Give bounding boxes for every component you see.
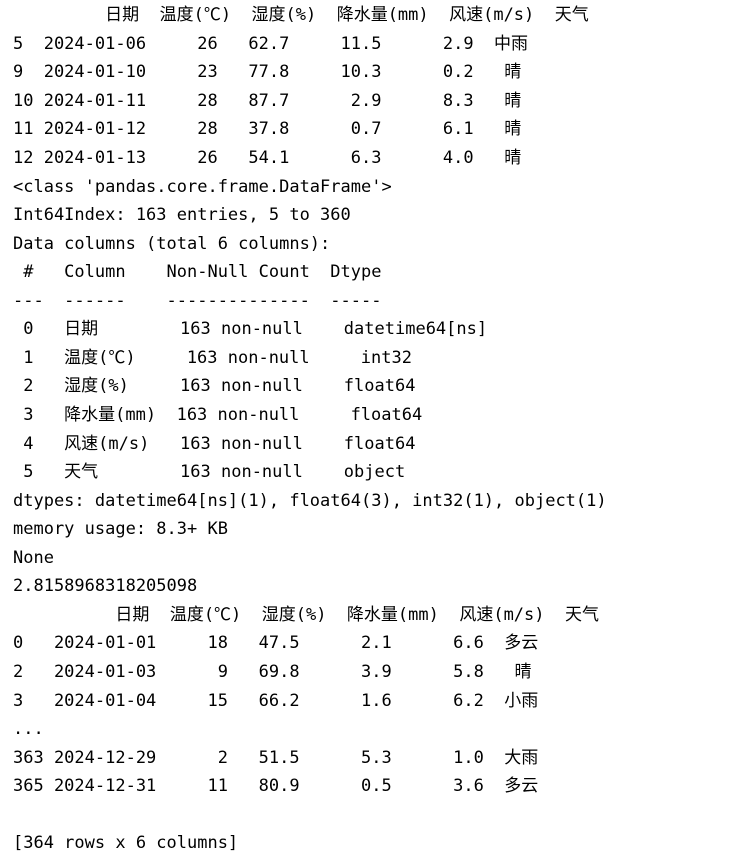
output-line: 3 2024-01-04 15 66.2 1.6 6.2 小雨	[13, 691, 539, 711]
output-line: --- ------ -------------- -----	[13, 291, 382, 311]
output-line: Int64Index: 163 entries, 5 to 360	[13, 205, 351, 225]
output-line: 2 2024-01-03 9 69.8 3.9 5.8 晴	[13, 662, 532, 682]
output-line: 日期 温度(℃) 湿度(%) 降水量(mm) 风速(m/s) 天气	[13, 5, 589, 25]
output-line: 日期 温度(℃) 湿度(%) 降水量(mm) 风速(m/s) 天气	[13, 605, 599, 625]
output-line: 4 风速(m/s) 163 non-null float64	[13, 434, 416, 454]
output-line: None	[13, 548, 54, 568]
output-line: 10 2024-01-11 28 87.7 2.9 8.3 晴	[13, 91, 522, 111]
output-line: 363 2024-12-29 2 51.5 5.3 1.0 大雨	[13, 748, 539, 768]
output-line: 5 2024-01-06 26 62.7 11.5 2.9 中雨	[13, 34, 529, 54]
output-line: 0 日期 163 non-null datetime64[ns]	[13, 319, 488, 339]
output-line: 1 温度(℃) 163 non-null int32	[13, 348, 412, 368]
output-line: 3 降水量(mm) 163 non-null float64	[13, 405, 423, 425]
output-line: ...	[13, 719, 44, 739]
output-line: 9 2024-01-10 23 77.8 10.3 0.2 晴	[13, 62, 522, 82]
output-line: 2 湿度(%) 163 non-null float64	[13, 376, 416, 396]
output-line: 12 2024-01-13 26 54.1 6.3 4.0 晴	[13, 148, 522, 168]
output-line: # Column Non-Null Count Dtype	[13, 262, 382, 282]
output-line: dtypes: datetime64[ns](1), float64(3), i…	[13, 491, 607, 511]
output-line: 0 2024-01-01 18 47.5 2.1 6.6 多云	[13, 633, 539, 653]
output-line: memory usage: 8.3+ KB	[13, 519, 228, 539]
output-line: 365 2024-12-31 11 80.9 0.5 3.6 多云	[13, 776, 539, 796]
output-line: Data columns (total 6 columns):	[13, 234, 331, 254]
output-line: [364 rows x 6 columns]	[13, 833, 239, 853]
output-line: 5 天气 163 non-null object	[13, 462, 406, 482]
output-line: 2.8158968318205098	[13, 576, 198, 596]
output-line: 11 2024-01-12 28 37.8 0.7 6.1 晴	[13, 119, 522, 139]
output-line: <class 'pandas.core.frame.DataFrame'>	[13, 177, 392, 197]
